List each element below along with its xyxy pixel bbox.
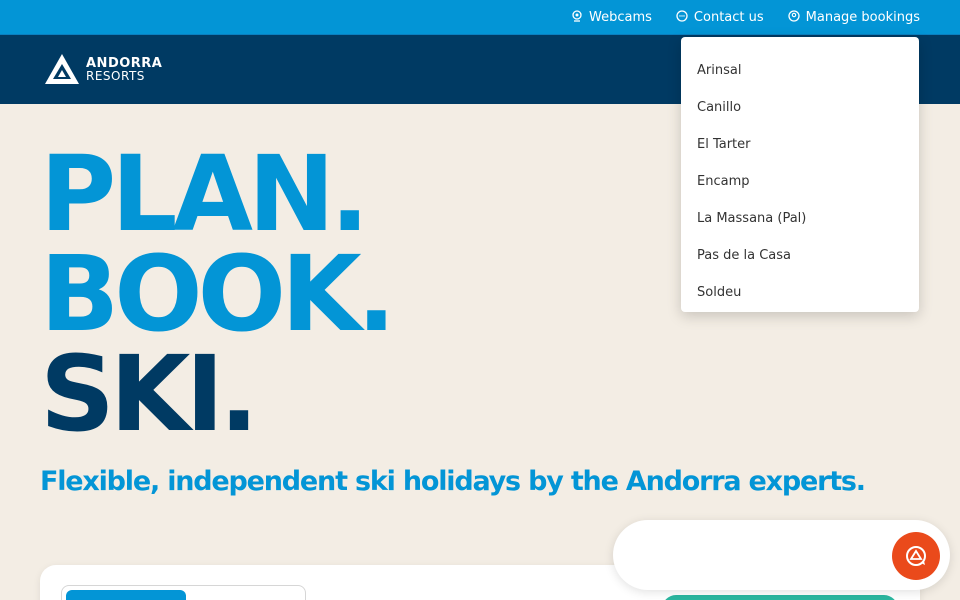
contact-label: Contact us (693, 10, 764, 25)
booking-search-button[interactable] (662, 595, 898, 600)
logo[interactable]: ANDORRA RESORTS (44, 53, 162, 85)
resort-item-pas-de-la-casa[interactable]: Pas de la Casa (681, 237, 919, 274)
hero-tagline: Flexible, independent ski holidays by th… (40, 466, 866, 497)
resort-item-encamp[interactable]: Encamp (681, 163, 919, 200)
chat-launcher-icon (906, 546, 926, 566)
user-circle-icon (788, 9, 800, 26)
logo-wordmark: ANDORRA RESORTS (86, 57, 162, 82)
chat-bubble-icon (676, 9, 688, 26)
top-links: Webcams Contact us Manage bookings (571, 0, 920, 35)
logo-line2: RESORTS (86, 68, 145, 83)
manage-bookings-link[interactable]: Manage bookings (788, 9, 920, 26)
resort-item-el-tarter[interactable]: El Tarter (681, 126, 919, 163)
top-utility-bar: Webcams Contact us Manage bookings (0, 0, 960, 35)
webcams-link[interactable]: Webcams (571, 9, 652, 26)
resort-item-canillo[interactable]: Canillo (681, 89, 919, 126)
booking-tab-group (61, 585, 306, 600)
mountain-logo-icon (45, 54, 79, 84)
resort-list: Arinsal Canillo El Tarter Encamp La Mass… (681, 37, 919, 311)
chat-launcher-button[interactable] (892, 532, 940, 580)
resort-item-la-massana[interactable]: La Massana (Pal) (681, 200, 919, 237)
resort-item-soldeu[interactable]: Soldeu (681, 274, 919, 311)
hero-ski: SKI. (40, 333, 259, 455)
booking-tab-active[interactable] (66, 590, 186, 600)
manage-bookings-label: Manage bookings (805, 10, 920, 25)
webcam-icon (571, 9, 583, 26)
logo-line1: ANDORRA (86, 55, 163, 71)
hero-plan: PLAN. (40, 133, 370, 255)
webcams-label: Webcams (589, 10, 652, 25)
hero-book: BOOK. (40, 233, 396, 355)
manage-bookings-dropdown: Arinsal Canillo El Tarter Encamp La Mass… (681, 37, 919, 312)
resort-item-arinsal[interactable]: Arinsal (681, 52, 919, 89)
contact-link[interactable]: Contact us (676, 9, 764, 26)
